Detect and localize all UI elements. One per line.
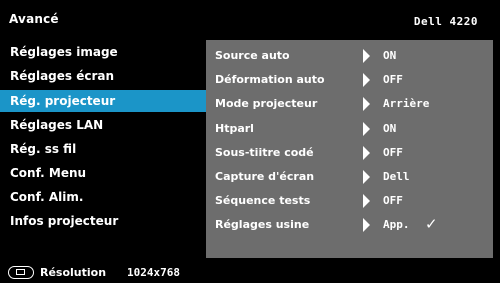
setting-row-deformation-auto[interactable]: Déformation auto OFF (206, 69, 493, 91)
status-footer: Résolution 1024x768 (0, 262, 500, 283)
sidebar-item-conf-alim[interactable]: Conf. Alim. (0, 186, 206, 208)
setting-row-sous-titre-code[interactable]: Sous-tiitre codé OFF (206, 142, 493, 164)
arrow-right-icon (363, 194, 370, 208)
setting-row-reglages-usine[interactable]: Réglages usine App. ✓ (206, 214, 493, 236)
setting-value: OFF (383, 194, 403, 207)
arrow-right-icon (363, 170, 370, 184)
monitor-icon (8, 266, 34, 279)
arrow-right-icon (363, 73, 370, 87)
menu-header: Avancé Dell 4220 (0, 0, 500, 34)
arrow-right-icon (363, 97, 370, 111)
setting-value: Arrière (383, 97, 430, 110)
setting-value: ON (383, 49, 397, 62)
sidebar-item-reg-ss-fil[interactable]: Rég. ss fil (0, 138, 206, 160)
setting-row-mode-projecteur[interactable]: Mode projecteur Arrière (206, 93, 493, 115)
sidebar-item-reglages-lan[interactable]: Réglages LAN (0, 114, 206, 136)
setting-label: Source auto (215, 49, 290, 62)
arrow-right-icon (363, 218, 370, 232)
setting-label: Mode projecteur (215, 97, 318, 110)
setting-row-source-auto[interactable]: Source auto ON (206, 45, 493, 67)
arrow-right-icon (363, 146, 370, 160)
setting-row-capture-ecran[interactable]: Capture d'écran Dell (206, 166, 493, 188)
projector-model: Dell 4220 (413, 15, 478, 28)
arrow-right-icon (363, 49, 370, 63)
setting-value: ON (383, 122, 397, 135)
resolution-value: 1024x768 (127, 266, 180, 279)
setting-label: Sous-tiitre codé (215, 146, 314, 159)
setting-label: Htparl (215, 122, 254, 135)
setting-label: Séquence tests (215, 194, 311, 207)
setting-label: Capture d'écran (215, 170, 315, 183)
sidebar-item-reglages-ecran[interactable]: Réglages écran (0, 65, 206, 87)
setting-row-sequence-tests[interactable]: Séquence tests OFF (206, 190, 493, 212)
setting-value: OFF (383, 146, 403, 159)
arrow-right-icon (363, 122, 370, 136)
sidebar-item-conf-menu[interactable]: Conf. Menu (0, 162, 206, 184)
setting-label: Déformation auto (215, 73, 325, 86)
setting-row-htparl[interactable]: Htparl ON (206, 118, 493, 140)
menu-title: Avancé (9, 12, 59, 26)
sidebar-item-reglages-image[interactable]: Réglages image (0, 41, 206, 63)
sidebar-item-infos-projecteur[interactable]: Infos projecteur (0, 210, 206, 232)
resolution-label: Résolution (40, 266, 107, 279)
category-sidebar: Réglages image Réglages écran Rég. proje… (0, 40, 206, 258)
setting-label: Réglages usine (215, 218, 310, 231)
sidebar-item-reg-projecteur[interactable]: Rég. projecteur (0, 90, 206, 112)
setting-value: Dell (383, 170, 410, 183)
projector-osd-menu: Avancé Dell 4220 Réglages image Réglages… (0, 0, 500, 283)
settings-panel: Source auto ON Déformation auto OFF Mode… (206, 40, 493, 258)
checkmark-icon: ✓ (425, 215, 438, 233)
setting-value: OFF (383, 73, 403, 86)
setting-value: App. (383, 218, 410, 231)
